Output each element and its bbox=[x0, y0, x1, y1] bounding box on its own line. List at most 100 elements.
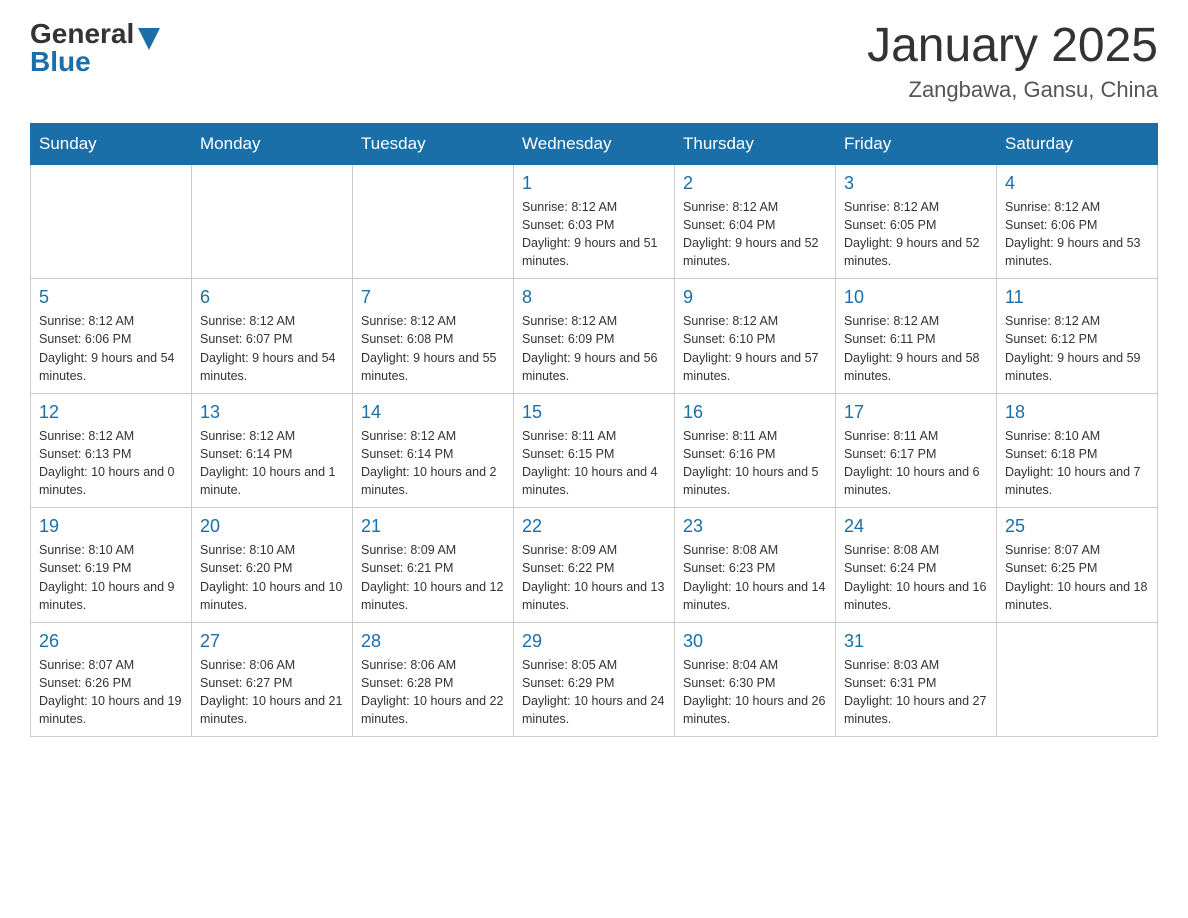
calendar-header-row: SundayMondayTuesdayWednesdayThursdayFrid… bbox=[31, 123, 1158, 164]
calendar-cell: 11 Sunrise: 8:12 AMSunset: 6:12 PMDayligh… bbox=[997, 279, 1158, 394]
day-number: 15 bbox=[522, 402, 666, 423]
calendar-cell: 29 Sunrise: 8:05 AMSunset: 6:29 PMDayligh… bbox=[514, 622, 675, 737]
day-number: 29 bbox=[522, 631, 666, 652]
day-number: 30 bbox=[683, 631, 827, 652]
calendar-cell: 18Sunrise: 8:10 AMSunset: 6:18 PMDayligh… bbox=[997, 393, 1158, 508]
header-thursday: Thursday bbox=[675, 123, 836, 164]
day-info: Sunrise: 8:09 AMSunset: 6:21 PMDaylight:… bbox=[361, 541, 505, 614]
logo-general: General bbox=[30, 20, 134, 48]
header-sunday: Sunday bbox=[31, 123, 192, 164]
calendar-cell: 19Sunrise: 8:10 AMSunset: 6:19 PMDayligh… bbox=[31, 508, 192, 623]
day-info: Sunrise: 8:08 AMSunset: 6:24 PMDaylight:… bbox=[844, 541, 988, 614]
calendar-cell: 20 Sunrise: 8:10 AMSunset: 6:20 PMDayligh… bbox=[192, 508, 353, 623]
day-info: Sunrise: 8:12 AMSunset: 6:10 PMDaylight:… bbox=[683, 312, 827, 385]
day-number: 6 bbox=[200, 287, 344, 308]
header-friday: Friday bbox=[836, 123, 997, 164]
day-number: 8 bbox=[522, 287, 666, 308]
calendar-cell: 16 Sunrise: 8:11 AMSunset: 6:16 PMDayligh… bbox=[675, 393, 836, 508]
calendar-week-row: 26 Sunrise: 8:07 AMSunset: 6:26 PMDayligh… bbox=[31, 622, 1158, 737]
calendar-cell: 7Sunrise: 8:12 AMSunset: 6:08 PMDaylight… bbox=[353, 279, 514, 394]
calendar-cell: 9 Sunrise: 8:12 AMSunset: 6:10 PMDaylight… bbox=[675, 279, 836, 394]
header-monday: Monday bbox=[192, 123, 353, 164]
day-info: Sunrise: 8:06 AMSunset: 6:27 PMDaylight:… bbox=[200, 656, 344, 729]
calendar-cell: 17 Sunrise: 8:11 AMSunset: 6:17 PMDayligh… bbox=[836, 393, 997, 508]
day-number: 10 bbox=[844, 287, 988, 308]
calendar-week-row: 19Sunrise: 8:10 AMSunset: 6:19 PMDayligh… bbox=[31, 508, 1158, 623]
day-info: Sunrise: 8:12 AMSunset: 6:08 PMDaylight:… bbox=[361, 312, 505, 385]
day-info: Sunrise: 8:09 AMSunset: 6:22 PMDaylight:… bbox=[522, 541, 666, 614]
calendar-cell: 28Sunrise: 8:06 AMSunset: 6:28 PMDayligh… bbox=[353, 622, 514, 737]
page-header: General Blue January 2025 Zangbawa, Gans… bbox=[30, 20, 1158, 103]
calendar-table: SundayMondayTuesdayWednesdayThursdayFrid… bbox=[30, 123, 1158, 738]
day-info: Sunrise: 8:05 AMSunset: 6:29 PMDaylight:… bbox=[522, 656, 666, 729]
day-info: Sunrise: 8:12 AMSunset: 6:09 PMDaylight:… bbox=[522, 312, 666, 385]
day-number: 25 bbox=[1005, 516, 1149, 537]
logo-arrow-icon bbox=[138, 28, 160, 50]
day-info: Sunrise: 8:11 AMSunset: 6:17 PMDaylight:… bbox=[844, 427, 988, 500]
day-number: 22 bbox=[522, 516, 666, 537]
day-number: 1 bbox=[522, 173, 666, 194]
calendar-cell: 2Sunrise: 8:12 AMSunset: 6:04 PMDaylight… bbox=[675, 164, 836, 279]
day-number: 20 bbox=[200, 516, 344, 537]
day-info: Sunrise: 8:12 AMSunset: 6:06 PMDaylight:… bbox=[1005, 198, 1149, 271]
day-number: 21 bbox=[361, 516, 505, 537]
calendar-cell: 15Sunrise: 8:11 AMSunset: 6:15 PMDayligh… bbox=[514, 393, 675, 508]
day-info: Sunrise: 8:12 AMSunset: 6:06 PMDaylight:… bbox=[39, 312, 183, 385]
day-number: 28 bbox=[361, 631, 505, 652]
day-number: 27 bbox=[200, 631, 344, 652]
day-number: 12 bbox=[39, 402, 183, 423]
calendar-cell: 25 Sunrise: 8:07 AMSunset: 6:25 PMDayligh… bbox=[997, 508, 1158, 623]
calendar-cell: 24 Sunrise: 8:08 AMSunset: 6:24 PMDayligh… bbox=[836, 508, 997, 623]
calendar-cell: 10 Sunrise: 8:12 AMSunset: 6:11 PMDayligh… bbox=[836, 279, 997, 394]
calendar-cell: 31 Sunrise: 8:03 AMSunset: 6:31 PMDayligh… bbox=[836, 622, 997, 737]
day-number: 23 bbox=[683, 516, 827, 537]
day-number: 26 bbox=[39, 631, 183, 652]
header-wednesday: Wednesday bbox=[514, 123, 675, 164]
logo-blue: Blue bbox=[30, 48, 134, 76]
day-info: Sunrise: 8:12 AMSunset: 6:03 PMDaylight:… bbox=[522, 198, 666, 271]
calendar-cell: 1 Sunrise: 8:12 AMSunset: 6:03 PMDaylight… bbox=[514, 164, 675, 279]
location-subtitle: Zangbawa, Gansu, China bbox=[867, 77, 1158, 103]
day-number: 24 bbox=[844, 516, 988, 537]
day-number: 16 bbox=[683, 402, 827, 423]
day-info: Sunrise: 8:12 AMSunset: 6:11 PMDaylight:… bbox=[844, 312, 988, 385]
calendar-cell: 8 Sunrise: 8:12 AMSunset: 6:09 PMDaylight… bbox=[514, 279, 675, 394]
calendar-cell: 26 Sunrise: 8:07 AMSunset: 6:26 PMDayligh… bbox=[31, 622, 192, 737]
calendar-cell: 4 Sunrise: 8:12 AMSunset: 6:06 PMDaylight… bbox=[997, 164, 1158, 279]
calendar-cell: 14 Sunrise: 8:12 AMSunset: 6:14 PMDayligh… bbox=[353, 393, 514, 508]
day-info: Sunrise: 8:12 AMSunset: 6:07 PMDaylight:… bbox=[200, 312, 344, 385]
day-number: 4 bbox=[1005, 173, 1149, 194]
day-number: 14 bbox=[361, 402, 505, 423]
day-number: 9 bbox=[683, 287, 827, 308]
day-info: Sunrise: 8:04 AMSunset: 6:30 PMDaylight:… bbox=[683, 656, 827, 729]
calendar-cell: 6 Sunrise: 8:12 AMSunset: 6:07 PMDaylight… bbox=[192, 279, 353, 394]
calendar-week-row: 5Sunrise: 8:12 AMSunset: 6:06 PMDaylight… bbox=[31, 279, 1158, 394]
day-info: Sunrise: 8:12 AMSunset: 6:14 PMDaylight:… bbox=[200, 427, 344, 500]
day-number: 3 bbox=[844, 173, 988, 194]
calendar-cell bbox=[31, 164, 192, 279]
month-year-title: January 2025 bbox=[867, 20, 1158, 73]
day-info: Sunrise: 8:07 AMSunset: 6:25 PMDaylight:… bbox=[1005, 541, 1149, 614]
day-number: 11 bbox=[1005, 287, 1149, 308]
calendar-cell: 21 Sunrise: 8:09 AMSunset: 6:21 PMDayligh… bbox=[353, 508, 514, 623]
day-number: 13 bbox=[200, 402, 344, 423]
calendar-cell: 3 Sunrise: 8:12 AMSunset: 6:05 PMDaylight… bbox=[836, 164, 997, 279]
day-info: Sunrise: 8:12 AMSunset: 6:04 PMDaylight:… bbox=[683, 198, 827, 271]
day-number: 17 bbox=[844, 402, 988, 423]
header-saturday: Saturday bbox=[997, 123, 1158, 164]
day-info: Sunrise: 8:12 AMSunset: 6:14 PMDaylight:… bbox=[361, 427, 505, 500]
calendar-cell bbox=[353, 164, 514, 279]
day-number: 31 bbox=[844, 631, 988, 652]
day-info: Sunrise: 8:12 AMSunset: 6:05 PMDaylight:… bbox=[844, 198, 988, 271]
day-info: Sunrise: 8:07 AMSunset: 6:26 PMDaylight:… bbox=[39, 656, 183, 729]
calendar-week-row: 12Sunrise: 8:12 AMSunset: 6:13 PMDayligh… bbox=[31, 393, 1158, 508]
day-info: Sunrise: 8:03 AMSunset: 6:31 PMDaylight:… bbox=[844, 656, 988, 729]
calendar-cell: 22 Sunrise: 8:09 AMSunset: 6:22 PMDayligh… bbox=[514, 508, 675, 623]
day-info: Sunrise: 8:10 AMSunset: 6:20 PMDaylight:… bbox=[200, 541, 344, 614]
calendar-week-row: 1 Sunrise: 8:12 AMSunset: 6:03 PMDaylight… bbox=[31, 164, 1158, 279]
day-info: Sunrise: 8:12 AMSunset: 6:12 PMDaylight:… bbox=[1005, 312, 1149, 385]
day-info: Sunrise: 8:11 AMSunset: 6:16 PMDaylight:… bbox=[683, 427, 827, 500]
day-number: 19 bbox=[39, 516, 183, 537]
calendar-cell: 5Sunrise: 8:12 AMSunset: 6:06 PMDaylight… bbox=[31, 279, 192, 394]
calendar-cell bbox=[192, 164, 353, 279]
